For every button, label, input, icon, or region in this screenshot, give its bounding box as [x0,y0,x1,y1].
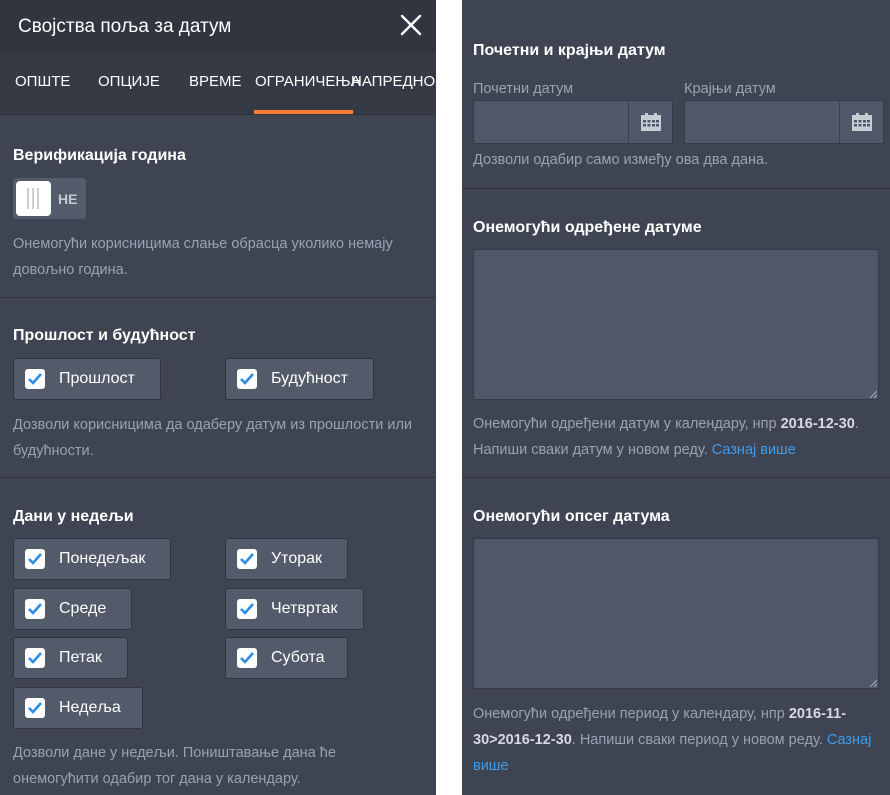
properties-panel-left: Својства поља за датум ОПШТЕ ОПЦИЈЕ ВРЕМ… [0,0,436,795]
check-icon [25,648,45,668]
date-range-title: Почетни и крајњи датум [473,42,666,59]
tab-time[interactable]: ВРЕМЕ [189,73,242,90]
weekday-tuesday[interactable]: Уторак [225,538,348,580]
checkbox-label: Субота [271,649,325,666]
tab-advanced[interactable]: НАПРЕДНО [351,73,435,90]
disable-range-title: Онемогући опсег датума [473,508,670,525]
checkbox-label: Будућност [271,370,348,387]
age-verification-description: Онемогући корисницима слање обрасца укол… [13,236,393,278]
checkbox-label: Понедељак [59,550,146,567]
age-verification-toggle[interactable]: НЕ [13,178,86,219]
divider [0,477,436,478]
description-text: Онемогући одређени датум у календару, нп… [473,416,777,432]
checkbox-label: Четвртак [271,600,338,617]
check-icon [237,369,257,389]
panel-header: Својства поља за датум [0,0,436,53]
properties-panel-right: Почетни и крајњи датум Почетни датум Кра… [462,0,890,795]
check-icon [237,599,257,619]
description-text: . Напиши сваки период у новом реду. [571,732,823,748]
disable-range-description: Онемогући одређени период у календару, н… [473,701,883,779]
description-text: Онемогући одређени период у календару, н… [473,706,785,722]
check-icon [237,648,257,668]
checkbox-label: Уторак [271,550,323,567]
weekday-friday[interactable]: Петак [13,637,128,679]
toggle-knob [16,181,51,216]
divider [462,188,890,189]
start-date-label: Почетни датум [473,81,574,97]
age-verification-title: Верификација година [13,147,186,164]
calendar-icon[interactable] [839,100,884,144]
tab-options[interactable]: ОПЦИЈЕ [98,73,160,90]
weekdays-description: Дозволи дане у недељи. Поништавање дана … [13,745,336,787]
active-tab-indicator [254,110,353,114]
start-date-input[interactable] [473,100,629,144]
checkbox-label: Прошлост [59,370,135,387]
checkbox-label: Недеља [59,699,121,716]
toggle-state-label: НЕ [58,191,78,207]
checkbox-label: Среде [59,600,107,617]
divider [462,477,890,478]
past-future-description: Дозволи корисницима да одаберу датум из … [13,417,413,459]
tab-general[interactable]: ОПШТЕ [15,73,70,90]
check-icon [237,549,257,569]
learn-more-link[interactable]: Сазнај више [712,442,796,458]
end-date-label: Крајњи датум [684,81,776,97]
panel-title: Својства поља за датум [18,16,232,37]
past-future-title: Прошлост и будућност [13,327,196,344]
divider [0,297,436,298]
calendar-icon[interactable] [628,100,673,144]
weekday-monday[interactable]: Понедељак [13,538,171,580]
example-value: 2016-12-30 [780,416,855,432]
disable-dates-textarea[interactable] [473,249,879,400]
disable-range-textarea[interactable] [473,538,879,689]
checkbox-label: Петак [59,649,102,666]
future-checkbox[interactable]: Будућност [225,358,374,400]
tab-bar: ОПШТЕ ОПЦИЈЕ ВРЕМЕ ОГРАНИЧЕЊА НАПРЕДНО [0,53,436,115]
weekday-wednesday[interactable]: Среде [13,588,132,630]
date-range-description: Дозволи одабир само између ова два дана. [473,152,769,168]
past-checkbox[interactable]: Прошлост [13,358,161,400]
weekday-sunday[interactable]: Недеља [13,687,143,729]
close-icon[interactable] [400,14,422,36]
disable-dates-description: Онемогући одређени датум у календару, нп… [473,411,883,463]
tab-limits[interactable]: ОГРАНИЧЕЊА [255,73,361,90]
check-icon [25,549,45,569]
check-icon [25,369,45,389]
end-date-input[interactable] [684,100,840,144]
disable-dates-title: Онемогући одређене датуме [473,219,702,236]
check-icon [25,599,45,619]
weekday-thursday[interactable]: Четвртак [225,588,364,630]
check-icon [25,698,45,718]
weekday-saturday[interactable]: Субота [225,637,348,679]
weekdays-title: Дани у недељи [13,508,134,525]
